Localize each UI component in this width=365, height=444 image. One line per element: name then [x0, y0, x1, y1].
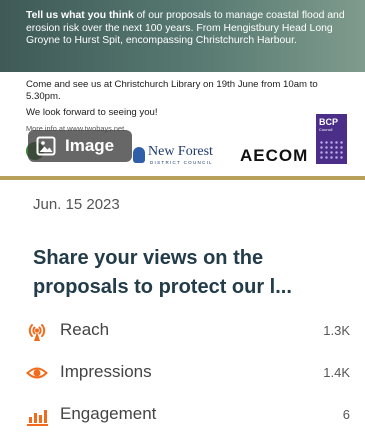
bcp-council-logo: BCP Council	[316, 114, 347, 164]
banner-closing-line: We look forward to seeing you!	[26, 107, 158, 119]
post-title[interactable]: Share your views on the proposals to pro…	[33, 244, 333, 302]
metric-engagement: Engagement 6	[0, 400, 365, 430]
post-date: Jun. 15 2023	[33, 196, 120, 213]
metric-label: Engagement	[60, 404, 157, 423]
divider	[0, 176, 365, 180]
metric-value: 1.3K	[323, 323, 350, 338]
metric-label: Impressions	[60, 362, 152, 381]
image-icon	[36, 136, 56, 156]
metric-value: 1.4K	[323, 365, 350, 380]
eye-icon	[26, 367, 48, 379]
banner-event-line: Come and see us at Christchurch Library …	[26, 79, 318, 102]
image-badge[interactable]: Image	[28, 130, 132, 162]
metric-label: Reach	[60, 320, 110, 339]
metric-reach: Reach 1.3K	[0, 316, 365, 346]
crest-icon	[133, 147, 145, 163]
bar-chart-icon	[27, 410, 48, 426]
metric-value: 6	[342, 407, 350, 422]
banner-headline-bold: Tell us what you think	[26, 10, 134, 21]
post-card[interactable]: Tell us what you think of our proposals …	[0, 0, 365, 444]
metric-impressions: Impressions 1.4K	[0, 358, 365, 388]
aecom-logo: AECOM	[240, 146, 309, 165]
broadcast-icon	[28, 324, 46, 341]
image-badge-label: Image	[65, 136, 115, 155]
post-image[interactable]: Tell us what you think of our proposals …	[0, 0, 365, 176]
banner-headline: Tell us what you think of our proposals …	[0, 0, 365, 72]
